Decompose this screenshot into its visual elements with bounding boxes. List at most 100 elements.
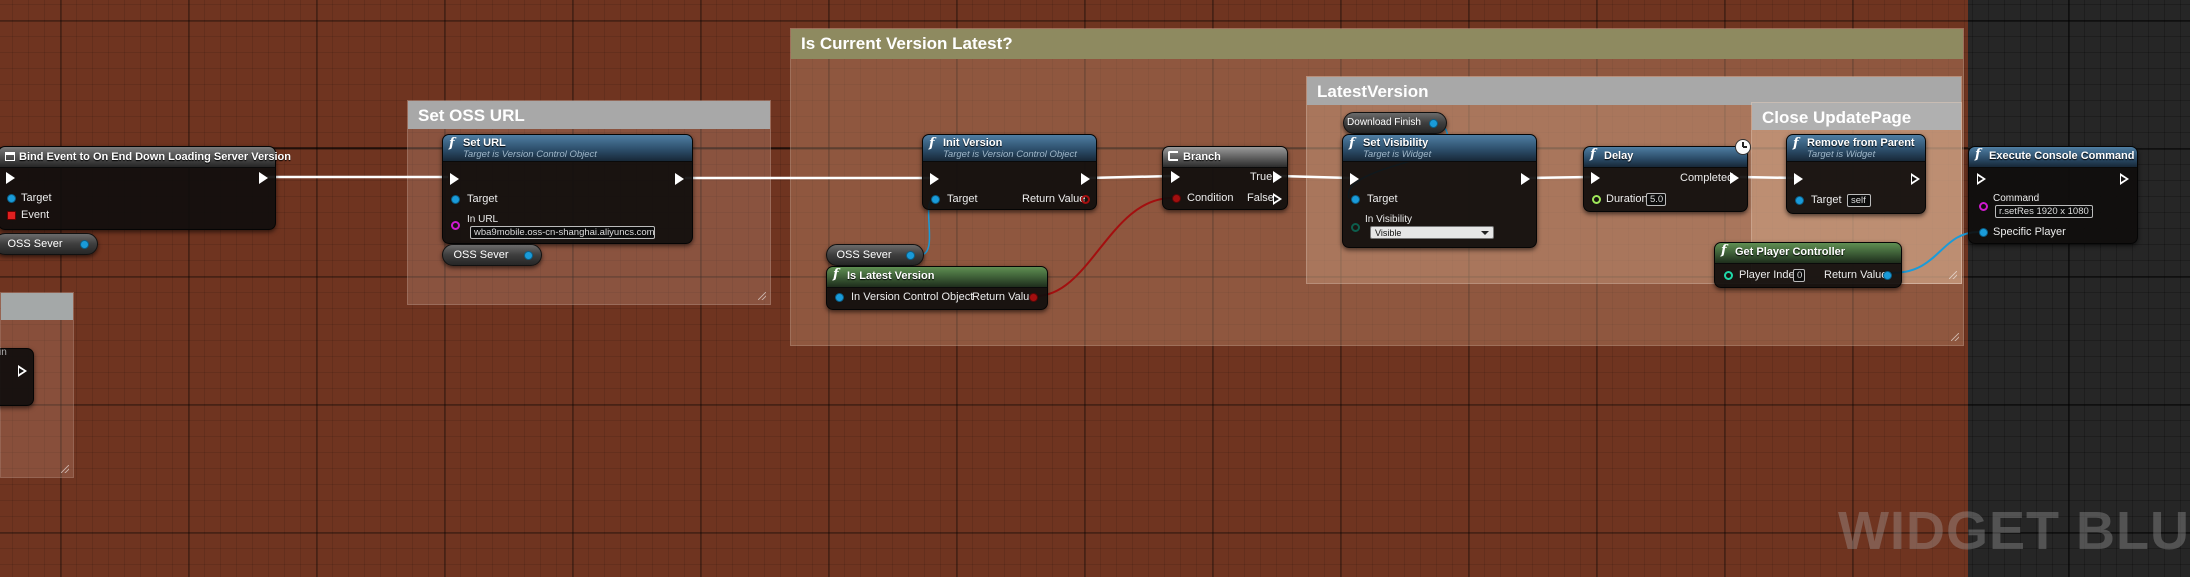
function-icon: f [1975,147,1981,162]
in-visibility-dropdown[interactable]: Visible [1370,226,1494,239]
branch-icon [1168,151,1178,161]
duration-label: Duration [1606,193,1648,205]
exec-in-pin[interactable] [1591,172,1600,184]
execute-console-command-title: Execute Console Command [1989,150,2135,162]
remove-from-parent-subtitle: Target is Widget [1807,149,1876,160]
completed-exec-pin[interactable] [1730,172,1739,184]
blueprint-graph-canvas[interactable]: Set OSS URL Is Current Version Latest? L… [0,0,2190,577]
exec-wire [1086,174,1174,180]
player-index-input[interactable]: 0 [1793,269,1805,282]
init-version-subtitle: Target is Version Control Object [943,149,1077,160]
false-exec-pin-hollow [1274,196,1279,202]
exec-wire [1278,174,1352,180]
target-pin[interactable] [7,194,16,203]
remove-from-parent-header: f Remove from Parent Target is Widget [1787,135,1925,162]
oss-sever-output-pin[interactable] [524,251,533,260]
command-label: Command [1993,193,2040,204]
true-label: True [1250,171,1273,183]
function-icon: f [1793,136,1799,151]
exec-in-pin[interactable] [1350,173,1359,185]
remove-from-parent-node[interactable]: f Remove from Parent Target is Widget Ta… [1786,134,1926,214]
download-finish-label: Download Finish [1347,117,1421,128]
true-exec-pin[interactable] [1273,171,1282,183]
exec-in-pin[interactable] [1794,173,1803,185]
delay-title: Delay [1604,150,1634,162]
target-pin[interactable] [1795,196,1804,205]
command-input[interactable]: r.setRes 1920 x 1080 f [1995,205,2093,218]
set-url-header: f Set URL Target is Version Control Obje… [443,135,692,162]
bool-wire [1035,197,1173,297]
download-finish-output-pin[interactable] [1429,119,1438,128]
latent-clock-icon [1735,139,1751,155]
function-icon: f [1590,147,1596,162]
exec-in-pin[interactable] [1171,171,1180,183]
target-label: Target [1367,193,1398,205]
duration-pin[interactable] [1592,195,1601,204]
set-visibility-subtitle: Target is Widget [1363,149,1432,160]
player-index-label: Player Index [1739,269,1801,281]
delay-node[interactable]: f Delay Completed Duration 5.0 [1583,146,1748,212]
exec-out-pin[interactable] [1081,173,1090,185]
get-player-controller-title: Get Player Controller [1735,246,1846,258]
specific-player-pin[interactable] [1979,228,1988,237]
exec-out-pin[interactable] [1521,173,1530,185]
event-dispatcher-icon [5,152,15,161]
exec-in-pin[interactable] [930,173,939,185]
return-value-pin[interactable] [1883,271,1892,280]
return-value-pin[interactable] [1029,293,1038,302]
is-latest-version-title: Is Latest Version [847,270,935,282]
set-url-subtitle: Target is Version Control Object [463,149,597,160]
function-icon: f [1349,136,1355,151]
event-delegate-pin[interactable] [7,211,16,220]
command-pin[interactable] [1979,202,1988,211]
oss-sever-label: OSS Sever [453,249,509,261]
in-url-input[interactable]: wba9mobile.oss-cn-shanghai.aliyuncs.com [470,226,655,239]
oss-sever-output-pin[interactable] [80,240,89,249]
target-pin[interactable] [931,195,940,204]
target-pin[interactable] [1351,195,1360,204]
get-player-controller-header: f Get Player Controller [1715,243,1901,264]
init-version-node[interactable]: f Init Version Target is Version Control… [922,134,1097,210]
completed-label: Completed [1680,172,1734,184]
exec-in-pin[interactable] [450,173,459,185]
oss-sever-label: OSS Sever [7,238,63,250]
init-version-header: f Init Version Target is Version Control… [923,135,1096,162]
bind-event-node[interactable]: Bind Event to On End Down Loading Server… [0,146,291,230]
exec-in-pin[interactable] [6,172,15,184]
get-player-controller-node[interactable]: f Get Player Controller Player Index 0 R… [1714,242,1902,288]
exec-out-pin[interactable] [675,173,684,185]
target-pin[interactable] [451,195,460,204]
branch-node[interactable]: Branch True Condition False [1162,146,1288,210]
in-version-control-object-pin[interactable] [835,293,844,302]
function-icon: f [1721,243,1727,258]
chevron-down-icon [1481,231,1489,235]
function-icon: f [833,267,839,282]
partial-node-left[interactable]: in [0,347,34,406]
return-value-label: Return Value [972,291,1036,303]
oss-sever-getter[interactable]: OSS Sever [0,233,98,255]
is-latest-version-node[interactable]: f Is Latest Version In Version Control O… [826,266,1048,310]
download-finish-getter[interactable]: Download Finish [1343,112,1447,134]
oss-sever-output-pin[interactable] [906,251,915,260]
in-url-label: In URL [467,214,499,225]
duration-input[interactable]: 5.0 [1646,193,1666,206]
event-label: Event [21,209,50,221]
oss-sever-getter[interactable]: OSS Sever [826,244,924,266]
set-url-node[interactable]: f Set URL Target is Version Control Obje… [442,134,693,244]
player-index-pin[interactable] [1724,271,1733,280]
exec-out-pin[interactable] [259,172,268,184]
init-version-title: Init Version [943,137,1003,149]
execute-console-command-header: f Execute Console Command [1969,147,2137,168]
in-url-pin[interactable] [451,221,460,230]
set-visibility-node[interactable]: f Set Visibility Target is Widget Target… [1342,134,1537,248]
set-visibility-header: f Set Visibility Target is Widget [1343,135,1536,162]
target-input[interactable]: self [1847,194,1871,207]
in-visibility-pin[interactable] [1351,223,1360,232]
execute-console-command-node[interactable]: f Execute Console Command Command r.setR… [1968,146,2138,244]
return-value-pin[interactable] [1081,195,1090,204]
exec-out-pin-hollow [2121,176,2126,182]
oss-sever-getter[interactable]: OSS Sever [442,244,542,266]
target-label: Target [947,193,978,205]
condition-pin[interactable] [1172,194,1181,203]
wire-layer [266,121,1980,297]
